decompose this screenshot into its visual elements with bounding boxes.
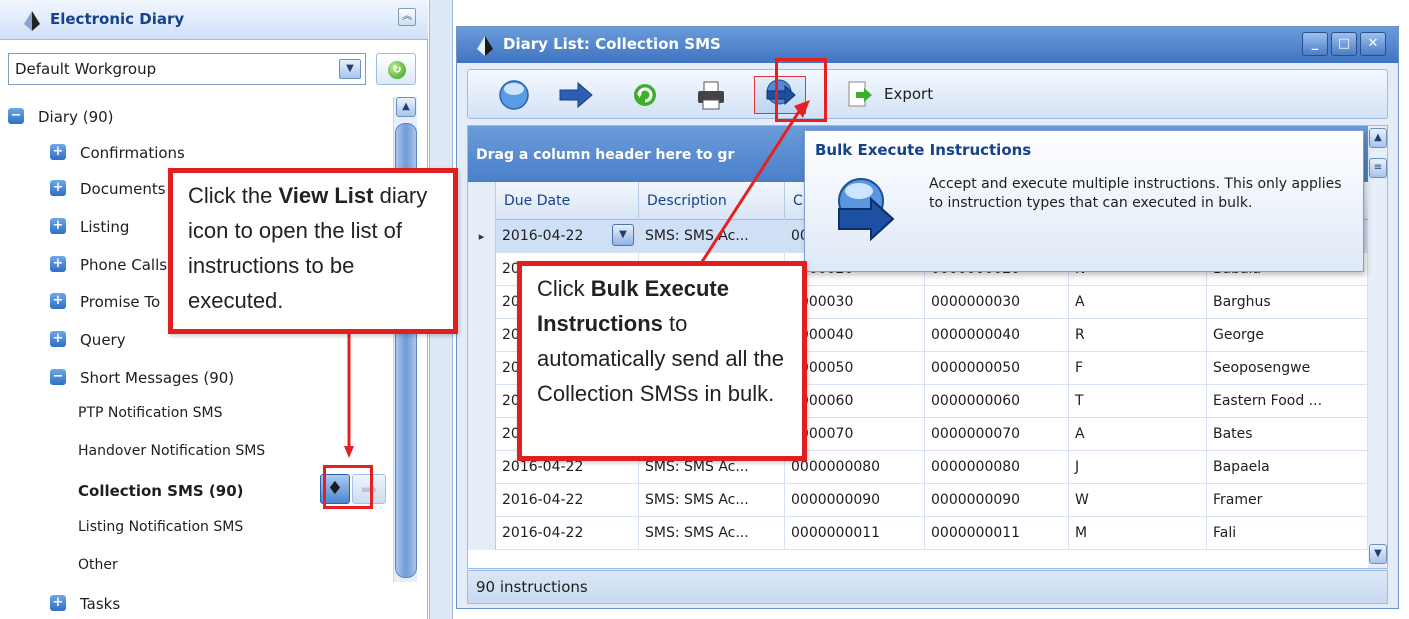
bulk-execute-highlight: [775, 58, 827, 122]
bulk-execute-callout: Click Bulk Execute Instructions to autom…: [517, 261, 807, 461]
view-list-callout: Click the View List diary icon to open t…: [168, 168, 458, 334]
callout-bold: View List: [278, 183, 374, 208]
callout-text: Click: [537, 276, 591, 301]
callout-text: Click the: [188, 183, 279, 208]
